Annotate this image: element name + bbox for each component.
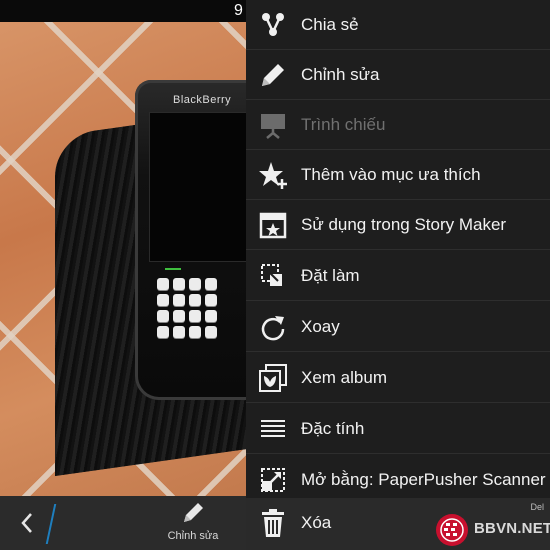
phone-call-key — [165, 262, 181, 270]
slideshow-icon — [261, 114, 285, 139]
menu-item-share[interactable]: Chia sẻ — [246, 0, 550, 50]
menu-item-label: Đặt làm — [301, 266, 360, 285]
menu-item-set-as[interactable]: Đặt làm — [246, 251, 550, 301]
menu-item-label: Trình chiếu — [301, 115, 386, 134]
menu-item-view-album[interactable]: Xem album — [246, 353, 550, 403]
back-button[interactable] — [12, 508, 46, 538]
menu-item-label: Đặc tính — [301, 419, 365, 438]
menu-item-label: Chỉnh sửa — [301, 65, 380, 84]
trash-icon — [262, 509, 284, 537]
pencil-icon — [262, 64, 284, 86]
action-bar-divider — [45, 504, 57, 544]
menu-item-label: Thêm vào mục ưa thích — [301, 165, 481, 184]
menu-item-add-favorite[interactable]: Thêm vào mục ưa thích — [246, 150, 550, 200]
watermark: BBVN.NET — [434, 512, 550, 548]
album-icon — [259, 364, 287, 392]
status-clock: 9 — [234, 2, 243, 19]
open-with-icon — [261, 468, 285, 492]
menu-item-rotate[interactable]: Xoay — [246, 302, 550, 352]
menu-item-properties[interactable]: Đặc tính — [246, 404, 550, 454]
menu-item-label: Xoay — [301, 317, 340, 336]
edit-button[interactable]: Chỉnh sửa — [158, 500, 228, 548]
menu-item-edit[interactable]: Chỉnh sửa — [246, 50, 550, 100]
star-add-icon — [259, 162, 287, 189]
menu-item-label: Chia sẻ — [301, 15, 359, 34]
pencil-icon — [184, 503, 203, 522]
properties-icon — [261, 420, 285, 437]
watermark-text: BBVN.NET — [474, 520, 550, 537]
rotate-icon — [261, 316, 285, 341]
chevron-left-icon — [21, 513, 32, 533]
menu-item-label: Xóa — [301, 513, 332, 532]
phone-brand-text: BlackBerry — [173, 94, 232, 106]
context-menu: Chia sẻ Chỉnh sửa Trình chiếu Thêm vào m… — [246, 0, 550, 550]
share-icon — [262, 13, 284, 36]
film-icon — [259, 212, 287, 239]
menu-item-story-maker[interactable]: Sử dụng trong Story Maker — [246, 200, 550, 250]
bbvn-logo-icon — [436, 514, 468, 546]
set-as-icon — [261, 264, 282, 286]
edit-button-label: Chỉnh sửa — [167, 530, 219, 542]
menu-item-slideshow[interactable]: Trình chiếu — [246, 100, 550, 150]
menu-item-label: Sử dụng trong Story Maker — [301, 215, 507, 234]
menu-item-label: Xem album — [301, 368, 387, 387]
delete-shortcut-hint: Del — [530, 502, 544, 512]
